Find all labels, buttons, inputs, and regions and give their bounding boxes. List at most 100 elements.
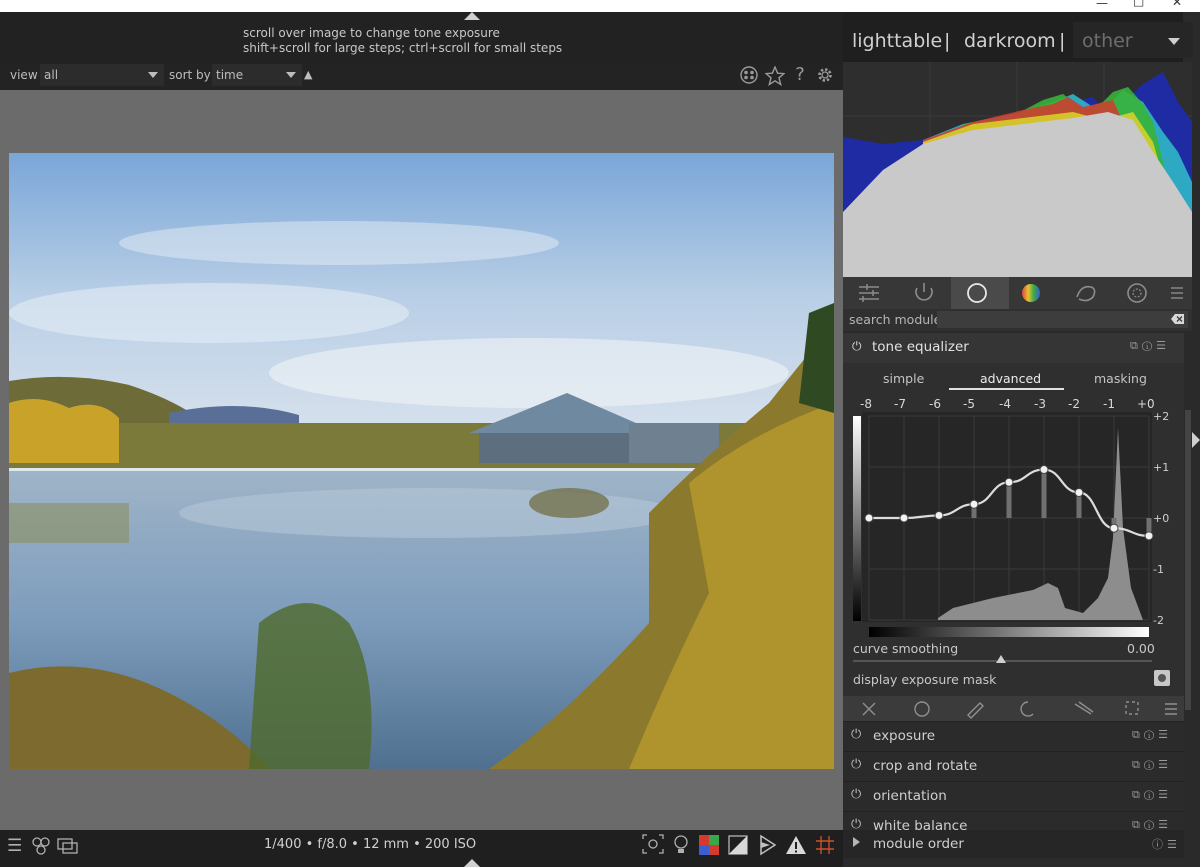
module-row[interactable]: ⏻ exposure ⧉ⓘ☰ [843, 721, 1184, 751]
curve-smoothing-value[interactable]: 0.00 [1127, 641, 1155, 656]
raw-overexposed-icon[interactable] [672, 834, 690, 861]
module-header-icons[interactable]: ⧉ⓘ☰ [1132, 758, 1172, 772]
exposure-label: +1 [1153, 461, 1170, 474]
collapse-top-panel-arrow-icon[interactable] [464, 12, 480, 20]
minimize-button[interactable]: — [1096, 0, 1108, 10]
display-exposure-mask-label: display exposure mask [853, 672, 997, 687]
module-title: tone equalizer [872, 339, 969, 355]
image-preview[interactable] [9, 153, 834, 769]
base-modules-icon[interactable] [951, 277, 1009, 309]
view-lighttable[interactable]: lighttable [852, 30, 942, 52]
close-button[interactable]: ✕ [1172, 0, 1182, 9]
power-icon[interactable]: ⏻ [851, 817, 861, 830]
correct-modules-icon[interactable] [1061, 277, 1111, 309]
hint-line-1: scroll over image to change tone exposur… [243, 26, 500, 40]
power-icon[interactable]: ⏻ [851, 787, 861, 802]
view-separator: | [1059, 30, 1066, 52]
curve-bar [1006, 482, 1012, 518]
module-header-icons[interactable]: ⧉ⓘ☰ [1130, 339, 1170, 353]
module-header-icons[interactable]: ⧉ⓘ☰ [1132, 788, 1172, 802]
blend-uniform-icon [914, 701, 930, 717]
active-tab-indicator [949, 388, 1064, 390]
power-icon[interactable]: ⏻ [851, 727, 861, 742]
power-icon[interactable]: ⏻ [852, 339, 862, 354]
exposure-label: -1 [1153, 563, 1164, 576]
slider-thumb-icon[interactable] [996, 655, 1006, 663]
color-modules-icon[interactable] [1007, 277, 1057, 309]
clear-search-icon[interactable] [1171, 313, 1185, 325]
focus-peaking-icon[interactable] [642, 834, 664, 859]
tone-equalizer-header[interactable]: ⏻ tone equalizer ⧉ⓘ☰ [843, 333, 1184, 363]
module-label: white balance [873, 818, 968, 830]
softproof-icon[interactable] [758, 834, 778, 860]
module-label: orientation [873, 788, 947, 804]
effect-modules-icon[interactable] [1113, 277, 1163, 309]
blend-drawn-icon [967, 702, 984, 719]
display-mask-toggle[interactable] [1154, 670, 1170, 686]
power-icon[interactable]: ⏻ [851, 757, 861, 772]
exif-info: 1/400 • f/8.0 • 12 mm • 200 ISO [264, 837, 477, 852]
curve-node[interactable] [1074, 488, 1084, 497]
gear-icon[interactable] [816, 66, 834, 84]
maximize-button[interactable]: □ [1133, 0, 1144, 8]
star-icon[interactable] [764, 65, 786, 87]
module-label: crop and rotate [873, 758, 978, 774]
curve-node[interactable] [899, 513, 909, 523]
collapse-right-panel-arrow-icon[interactable] [1192, 432, 1200, 448]
tone-curve-graph[interactable] [843, 408, 1184, 640]
exposure-label: -2 [1153, 614, 1164, 627]
curve-node[interactable] [864, 513, 874, 523]
module-header-icons[interactable]: ⧉ⓘ☰ [1132, 728, 1172, 742]
tab-simple[interactable]: simple [883, 371, 924, 386]
view-value: all [44, 68, 59, 82]
view-select[interactable]: all [40, 64, 164, 86]
tab-masking[interactable]: masking [1094, 371, 1147, 386]
view-other[interactable]: other [1082, 30, 1133, 52]
module-header-icons[interactable]: ⧉ⓘ☰ [1132, 818, 1172, 830]
quick-access-icon[interactable] [843, 277, 893, 309]
curve-node[interactable] [934, 510, 944, 520]
module-row[interactable]: ⏻ white balance ⧉ⓘ☰ [843, 811, 1184, 830]
blend-modes-bar [843, 696, 1184, 721]
curve-node[interactable] [1004, 477, 1014, 487]
sort-select[interactable]: time [212, 64, 302, 86]
search-module-input[interactable] [937, 311, 1188, 328]
guides-icon[interactable] [815, 834, 835, 860]
exposure-label: +0 [1153, 512, 1170, 525]
curve-node[interactable] [1144, 531, 1154, 541]
scrollbar-thumb[interactable] [1185, 410, 1191, 710]
sort-order-toggle[interactable]: ▲ [304, 68, 312, 81]
curve-node[interactable] [1109, 523, 1119, 533]
tab-advanced[interactable]: advanced [980, 371, 1041, 386]
menu-icon[interactable]: ☰ [7, 836, 22, 856]
expand-arrow-icon[interactable] [853, 837, 860, 847]
presets-menu-icon[interactable] [1165, 277, 1192, 309]
color-assessment-icon[interactable] [699, 835, 719, 855]
vertical-exposure-gradient [853, 416, 861, 621]
collapse-bottom-panel-arrow-icon[interactable] [464, 859, 480, 867]
module-order-icons[interactable]: ⓘ☰ [1152, 836, 1181, 852]
curve-node[interactable] [969, 499, 979, 509]
styles-icon[interactable] [31, 836, 51, 861]
module-row[interactable]: ⏻ orientation ⧉ⓘ☰ [843, 781, 1184, 811]
view-separator: | [944, 30, 951, 52]
exposure-label: +2 [1153, 410, 1170, 423]
module-row[interactable]: ⏻ crop and rotate ⧉ⓘ☰ [843, 751, 1184, 781]
sort-value: time [216, 68, 244, 82]
help-icon[interactable]: ? [791, 66, 809, 84]
grouping-icon[interactable] [740, 66, 758, 84]
gamut-check-icon[interactable] [785, 834, 807, 860]
display-icon[interactable] [57, 836, 79, 861]
active-modules-icon[interactable] [899, 277, 949, 309]
horizontal-luminance-gradient [869, 627, 1149, 637]
chevron-down-icon[interactable] [1168, 38, 1180, 45]
curve-smoothing-label: curve smoothing [853, 641, 959, 656]
blend-parametric-icon [1020, 701, 1034, 717]
curve-bar [1041, 469, 1047, 518]
view-darkroom[interactable]: darkroom [964, 30, 1056, 52]
module-label: exposure [873, 728, 936, 744]
overexposed-icon[interactable] [728, 835, 748, 855]
blend-drawn-parametric-icon [1074, 701, 1094, 715]
histogram[interactable] [843, 62, 1192, 277]
curve-node[interactable] [1039, 465, 1049, 475]
